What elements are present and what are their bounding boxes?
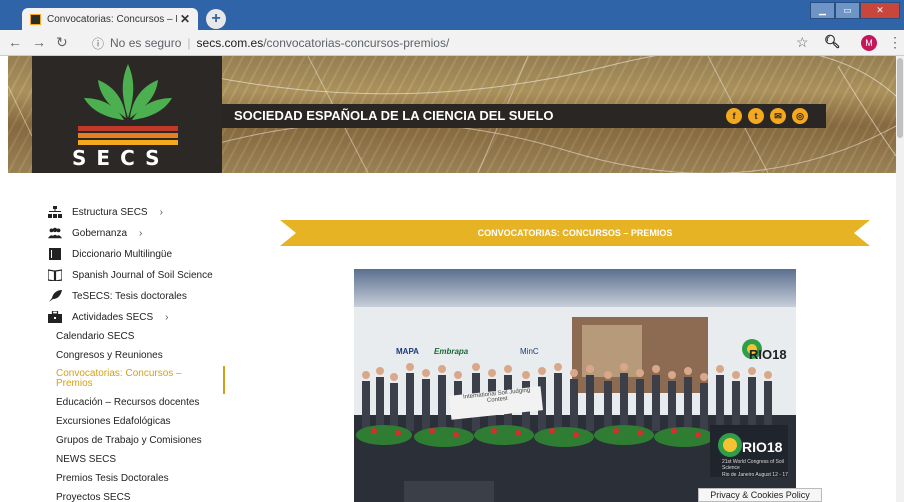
sponsor-logo-minc: MinC bbox=[520, 347, 539, 356]
cookie-policy-button[interactable]: Privacy & Cookies Policy bbox=[698, 488, 822, 502]
chevron-right-icon: › bbox=[139, 227, 143, 239]
search-extension-icon[interactable]: 🔍︎ bbox=[824, 34, 841, 50]
forward-arrow-icon[interactable]: → bbox=[32, 34, 46, 50]
sidebar-item-actividades[interactable]: Actividades SECS › bbox=[48, 309, 169, 325]
sidebar-subitem-convocatorias[interactable]: Convocatorias: Concursos – Premios bbox=[56, 369, 206, 389]
window-controls: ▁ ▭ ✕ bbox=[810, 2, 900, 20]
sidebar-subitem-educacion[interactable]: Educación – Recursos docentes bbox=[56, 397, 199, 408]
sidebar-subitem-premios[interactable]: Premios Tesis Doctorales bbox=[56, 473, 169, 484]
chevron-right-icon: › bbox=[159, 206, 163, 218]
tab-title: Convocatorias: Concursos – Prem bbox=[47, 13, 177, 25]
facebook-icon[interactable]: f bbox=[726, 108, 742, 124]
sidebar-item-label: Diccionario Multilingüe bbox=[72, 248, 173, 260]
new-tab-button[interactable]: + bbox=[206, 9, 226, 29]
open-book-icon bbox=[48, 269, 62, 281]
logo-text: SECS bbox=[72, 146, 170, 170]
logo-stripe-red bbox=[78, 126, 178, 131]
sponsor-logo-mapa: MAPA bbox=[396, 347, 419, 356]
back-arrow-icon[interactable]: ← bbox=[8, 34, 22, 50]
event-logo-bottom: RIO18 bbox=[742, 439, 783, 455]
maximize-button[interactable]: ▭ bbox=[835, 2, 860, 19]
site-title[interactable]: SOCIEDAD ESPAÑOLA DE LA CIENCIA DEL SUEL… bbox=[234, 108, 554, 123]
minimize-button[interactable]: ▁ bbox=[810, 2, 835, 19]
briefcase-icon bbox=[48, 311, 62, 323]
twitter-icon[interactable]: t bbox=[748, 108, 764, 124]
scrollbar-thumb[interactable] bbox=[897, 58, 903, 138]
sidebar-item-journal[interactable]: Spanish Journal of Soil Science bbox=[48, 267, 213, 283]
page-content: SECS SOCIEDAD ESPAÑOLA DE LA CIENCIA DEL… bbox=[0, 56, 896, 502]
event-photo[interactable]: MAPA Embrapa MinC International Soil Jud… bbox=[354, 269, 796, 502]
book-icon bbox=[48, 248, 62, 260]
site-banner: SECS SOCIEDAD ESPAÑOLA DE LA CIENCIA DEL… bbox=[8, 56, 896, 173]
page-title-ribbon: CONVOCATORIAS: CONCURSOS – PREMIOS bbox=[280, 220, 870, 246]
tab-favicon-icon bbox=[30, 13, 41, 25]
chevron-right-icon: › bbox=[165, 311, 169, 323]
url-path: /convocatorias-concursos-premios/ bbox=[263, 36, 450, 50]
profile-avatar[interactable]: M bbox=[861, 35, 877, 51]
sidebar-item-label: Gobernanza bbox=[72, 227, 128, 239]
sidebar-item-label: Estructura SECS bbox=[72, 206, 148, 218]
sidebar-subitem-news[interactable]: NEWS SECS bbox=[56, 454, 116, 465]
close-window-button[interactable]: ✕ bbox=[860, 2, 900, 19]
page-title: CONVOCATORIAS: CONCURSOS – PREMIOS bbox=[477, 228, 673, 238]
org-chart-icon bbox=[48, 206, 62, 218]
address-bar[interactable]: ⓘ No es seguro | secs.com.es /convocator… bbox=[92, 33, 822, 53]
logo-stripe-yellow bbox=[78, 140, 178, 145]
browser-toolbar: ← → ↻ ⓘ No es seguro | secs.com.es /conv… bbox=[0, 30, 904, 56]
url-host: secs.com.es bbox=[196, 36, 264, 50]
logo-stripe-orange bbox=[78, 133, 178, 138]
secs-logo[interactable]: SECS bbox=[32, 56, 222, 173]
sidebar-item-label: Spanish Journal of Soil Science bbox=[72, 269, 213, 281]
sidebar-item-tesecs[interactable]: TeSECS: Tesis doctorales bbox=[48, 288, 187, 304]
tab-close-icon[interactable]: ✕ bbox=[180, 12, 190, 26]
sidebar-item-label: Actividades SECS bbox=[72, 311, 154, 323]
group-icon bbox=[48, 227, 62, 239]
sidebar-subitem-grupos[interactable]: Grupos de Trabajo y Comisiones bbox=[56, 435, 202, 446]
bookmark-star-icon[interactable]: ☆ bbox=[796, 34, 809, 51]
sidebar-item-label: TeSECS: Tesis doctorales bbox=[72, 290, 187, 302]
feather-icon bbox=[48, 290, 62, 302]
site-title-bar: SOCIEDAD ESPAÑOLA DE LA CIENCIA DEL SUEL… bbox=[222, 104, 826, 128]
instagram-icon[interactable]: ◎ bbox=[792, 108, 808, 124]
sidebar-item-gobernanza[interactable]: Gobernanza › bbox=[48, 225, 142, 241]
event-subtitle: 21st World Congress of Soil Science bbox=[722, 459, 784, 471]
sidebar-item-diccionario[interactable]: Diccionario Multilingüe bbox=[48, 246, 172, 262]
security-label: No es seguro bbox=[110, 36, 182, 50]
browser-menu-icon[interactable]: ⋮ bbox=[888, 34, 902, 51]
address-separator: | bbox=[187, 36, 191, 50]
browser-titlebar: Convocatorias: Concursos – Prem ✕ + ▁ ▭ … bbox=[0, 0, 904, 30]
sidebar-item-estructura[interactable]: Estructura SECS › bbox=[48, 204, 163, 220]
page-scrollbar[interactable] bbox=[896, 56, 904, 502]
sidebar-subitem-calendario[interactable]: Calendario SECS bbox=[56, 331, 134, 342]
email-icon[interactable]: ✉ bbox=[770, 108, 786, 124]
sidebar-subitem-congresos[interactable]: Congresos y Reuniones bbox=[56, 350, 163, 361]
event-logo-top: RIO18 bbox=[749, 347, 787, 362]
event-dates: Rio de Janeiro August 12 - 17 bbox=[722, 472, 788, 478]
sidebar-subitem-excursiones[interactable]: Excursiones Edafológicas bbox=[56, 416, 171, 427]
sponsor-logo-embrapa: Embrapa bbox=[434, 347, 469, 356]
sidebar-subitem-proyectos[interactable]: Proyectos SECS bbox=[56, 492, 130, 502]
active-item-indicator bbox=[223, 366, 225, 394]
reload-icon[interactable]: ↻ bbox=[56, 34, 68, 51]
info-icon[interactable]: ⓘ bbox=[92, 35, 104, 52]
browser-tab[interactable]: Convocatorias: Concursos – Prem ✕ bbox=[22, 8, 198, 30]
plant-leaves-icon bbox=[84, 64, 172, 120]
